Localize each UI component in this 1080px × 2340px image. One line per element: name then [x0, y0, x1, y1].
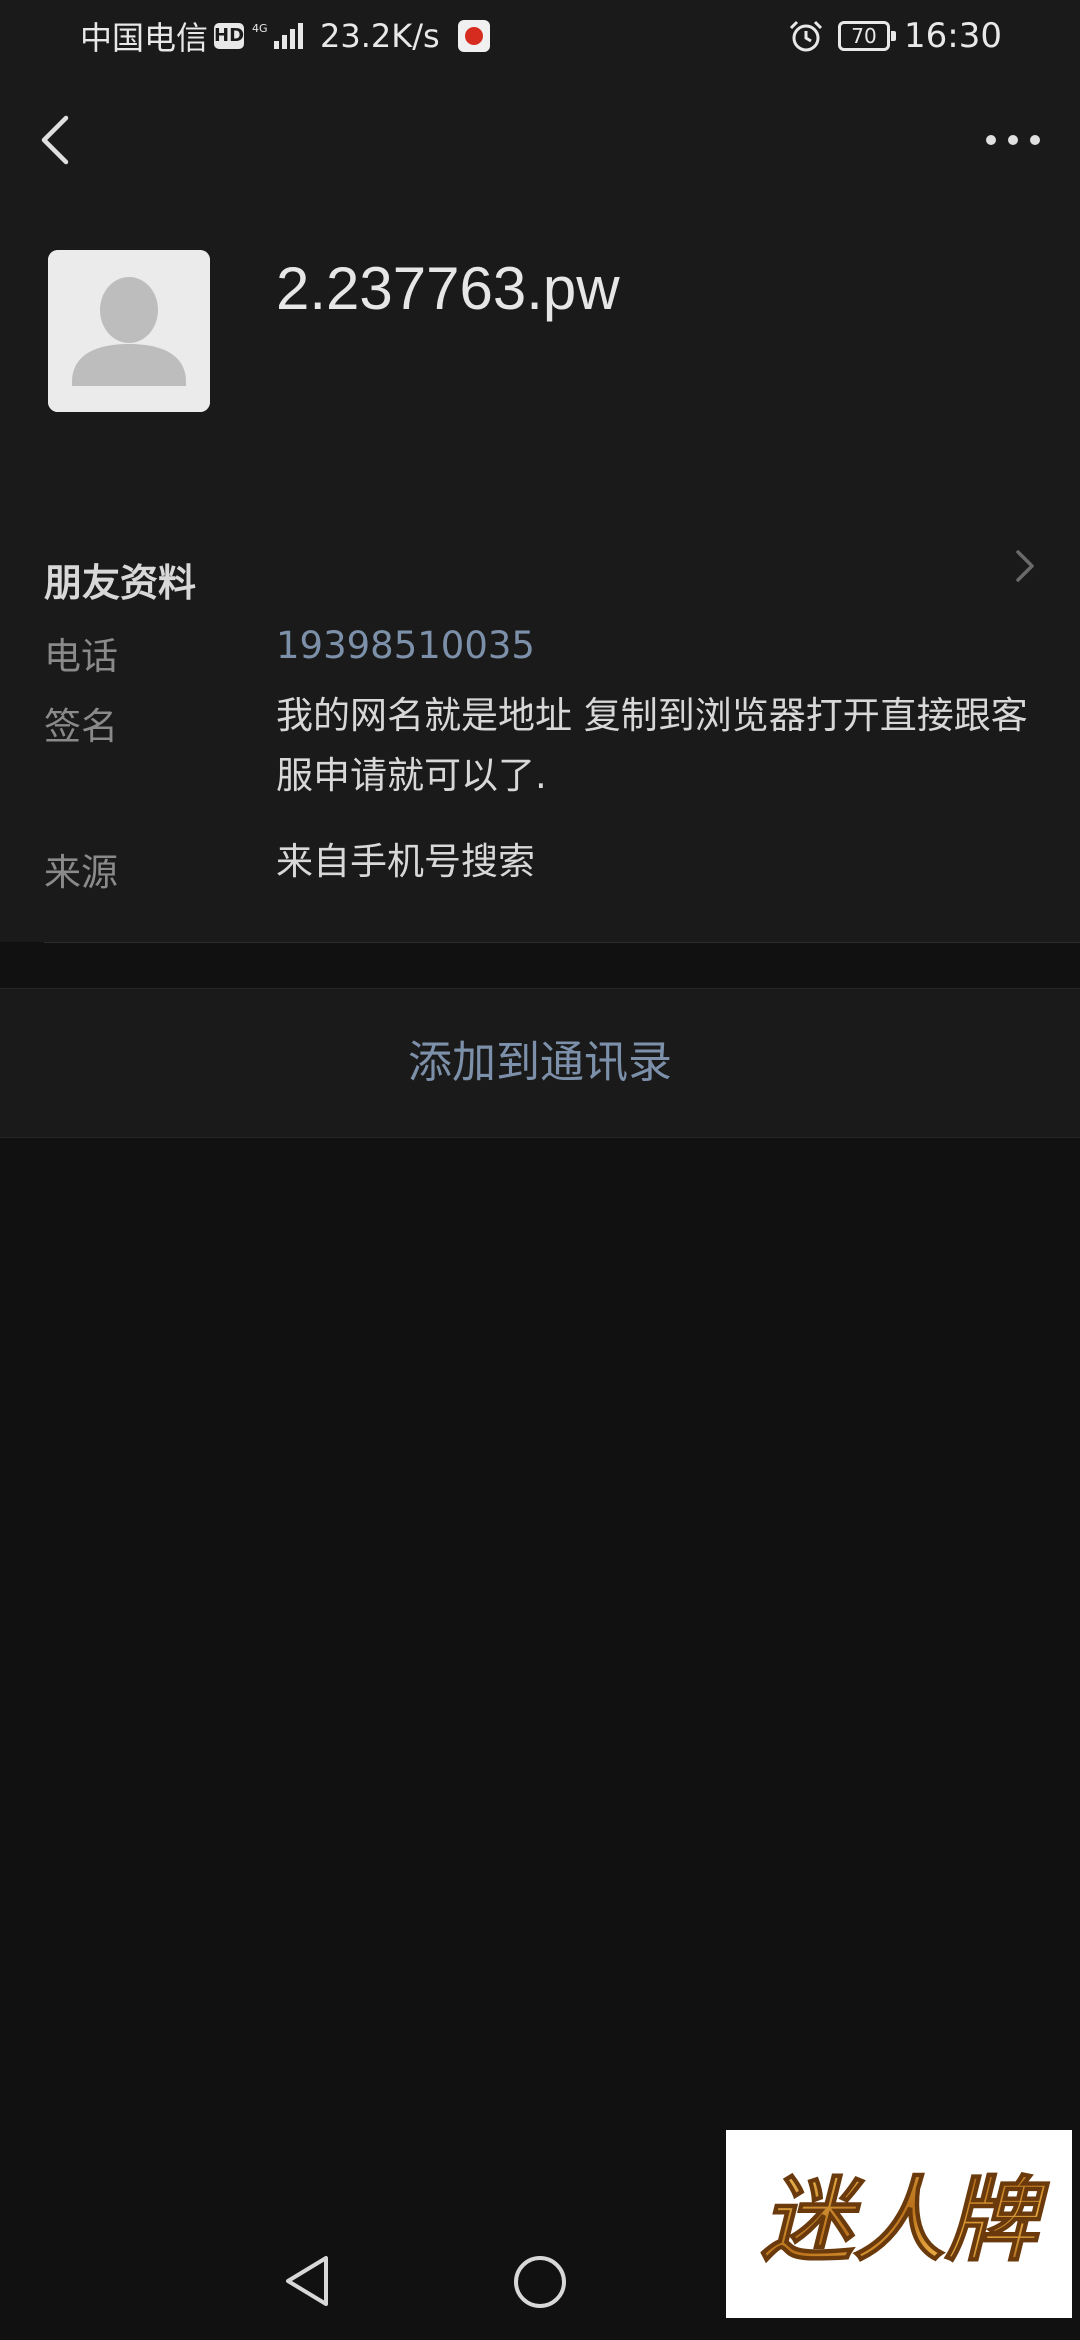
status-bar: 中国电信 HD 4G 23.2K/s 70 16:30: [0, 0, 1080, 72]
source-text: 来自手机号搜索: [276, 840, 535, 883]
add-to-contacts-button[interactable]: 添加到通讯录: [0, 988, 1080, 1138]
default-avatar-icon: [48, 250, 210, 412]
watermark-logo-image: 迷人牌: [726, 2130, 1072, 2318]
section-title: 朋友资料: [44, 561, 197, 605]
signal-icon: 4G: [252, 22, 304, 49]
profile-header: 2.237763.pw: [0, 202, 1080, 504]
network-speed: 23.2K/s: [320, 17, 440, 55]
status-bar-left: 中国电信 HD 4G 23.2K/s: [80, 0, 490, 72]
svg-text:迷人牌: 迷人牌: [761, 2167, 1050, 2274]
app-notification-icon: [457, 20, 490, 52]
battery-icon: 70: [838, 21, 897, 51]
avatar[interactable]: [48, 250, 210, 412]
top-nav-bar: [0, 72, 1080, 202]
divider: [44, 942, 1080, 943]
contact-nickname: 2.237763.pw: [276, 255, 620, 322]
source-label: 来源: [44, 851, 118, 894]
friend-info-section[interactable]: 朋友资料 电话 19398510035 签名 我的网名就是地址 复制到浏览器打开…: [0, 502, 1080, 943]
chevron-left-icon[interactable]: [30, 102, 90, 178]
hd-icon: HD: [214, 23, 244, 49]
signature-label: 签名: [44, 705, 118, 748]
carrier-name: 中国电信: [80, 19, 209, 57]
alarm-icon: [789, 20, 823, 52]
status-bar-right: 70 16:30: [788, 0, 1002, 72]
phone-number[interactable]: 19398510035: [276, 616, 1046, 676]
system-back-icon[interactable]: [282, 2252, 334, 2310]
signature-text: 我的网名就是地址 复制到浏览器打开直接跟客服申请就可以了.: [276, 694, 1028, 797]
system-home-icon[interactable]: [512, 2254, 568, 2310]
battery-level: 70: [851, 24, 877, 48]
phone-label: 电话: [44, 635, 118, 678]
chevron-right-icon[interactable]: [1010, 542, 1040, 590]
more-horizontal-icon[interactable]: [980, 108, 1046, 172]
svg-text:4G: 4G: [252, 22, 268, 35]
clock: 16:30: [904, 16, 1002, 56]
watermark-logo: 迷人牌: [726, 2130, 1072, 2318]
